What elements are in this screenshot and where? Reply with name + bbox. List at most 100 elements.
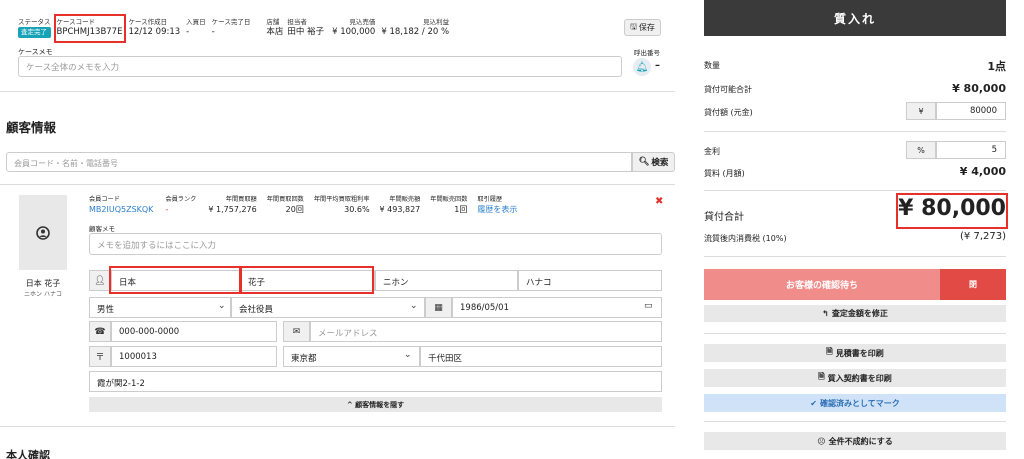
side-action-button[interactable]: 閉 [940, 269, 1006, 300]
expected-profit-label: 見込利益 [423, 18, 450, 26]
annual-count-label: 年間買取回数 [266, 196, 304, 203]
avatar [19, 195, 67, 270]
case-memo-input[interactable]: ケース全体のメモを入力 [18, 56, 622, 77]
divider [704, 190, 1006, 191]
pawn-pane: 質入れ 数量 1点 貸付可能合計 ¥ 80,000 貸付額 (元金) ¥ 800… [704, 0, 1008, 459]
customer-name: 日本 花子 [25, 279, 61, 288]
percent-prefix: % [906, 141, 936, 159]
call-number-label: 呼出番号 [634, 49, 660, 57]
sales-count: 1回 [454, 205, 468, 214]
hide-customer-button[interactable]: ^ 顧客情報を隠す [89, 397, 662, 412]
completed-label: ケース完了日 [211, 18, 251, 26]
annual-sales-col: 年間販売額 ¥ 493,827 [380, 196, 421, 215]
gender-value: 男性 [97, 305, 115, 315]
awaiting-confirmation-button[interactable]: お客様の確認待ち [704, 269, 940, 300]
print-estimate-button[interactable]: 🗎 見積書を印刷 [704, 344, 1006, 362]
sales-count-col: 年間販売回数 1回 [430, 196, 467, 215]
customer-search-button[interactable]: 🔍︎ 検索 [632, 152, 675, 172]
gender-select[interactable]: 男性 [89, 297, 231, 318]
case-pane: ステータス 査定完了 ケースコード BPCHMJ13B77E ケース作成日 12… [0, 0, 688, 459]
city-input[interactable]: 千代田区 [420, 346, 662, 367]
birthday-value: 1986/05/01 [460, 303, 509, 313]
birthday-input[interactable]: 1986/05/01 [452, 297, 662, 318]
history-col: 取引履歴 履歴を表示 [477, 196, 517, 215]
rank-value: - [165, 205, 169, 214]
last-name-input[interactable]: 日本 [111, 270, 240, 291]
interest-label: 金利 [704, 147, 720, 156]
yen-prefix: ¥ [906, 102, 936, 120]
available-label: 貸付可能合計 [704, 85, 752, 94]
store-name: 本店 [266, 27, 284, 37]
save-label: 保存 [638, 23, 655, 32]
qty-label: 数量 [704, 61, 720, 70]
divider [0, 184, 675, 185]
postal-input[interactable]: 1000013 [111, 346, 277, 367]
rank-label: 会員ランク [165, 196, 197, 203]
loan-amount-input[interactable]: 80000 [936, 102, 1006, 120]
mark-confirmed-button[interactable]: ✔ 確認済みとしてマーク [704, 394, 1006, 412]
side-action-label: 閉 [969, 280, 977, 289]
chevron-down-icon: ⌄ [404, 350, 412, 360]
all-fail-button[interactable]: ☹ 全件不成約にする [704, 432, 1006, 450]
rank-col: 会員ランク - [165, 196, 196, 215]
case-code-label: ケースコード [56, 18, 96, 26]
first-name-input[interactable]: 花子 [240, 270, 375, 291]
sales-count-label: 年間販売回数 [430, 196, 468, 203]
case-code-col: ケースコード BPCHMJ13B77E [57, 18, 123, 38]
customer-section-title: 顧客情報 [6, 120, 57, 135]
close-icon[interactable]: ✖ [655, 196, 663, 207]
status-col: ステータス 査定完了 [18, 18, 51, 38]
fix-appraisal-button[interactable]: ↰ 査定金額を修正 [704, 305, 1006, 322]
avg-margin: 30.6% [344, 205, 370, 214]
expected-sales-col: 見込売価 ¥ 100,000 [332, 18, 375, 38]
divider [704, 333, 1006, 334]
calendar-picker-icon[interactable]: ▭ [644, 301, 653, 311]
avg-margin-col: 年間平均買取粗利率 30.6% [314, 196, 370, 215]
search-icon: 🔍︎ [638, 157, 650, 167]
expected-profit: ¥ 18,182 / 20 % [381, 27, 450, 37]
divider [704, 131, 1006, 132]
annual-count-col: 年間買取回数 20回 [267, 196, 304, 215]
awaiting-label: お客様の確認待ち [785, 281, 858, 291]
divider [0, 426, 675, 427]
undo-icon: ↰ [822, 309, 829, 318]
print-estimate-label: 見積書を印刷 [835, 348, 884, 358]
staff-col: 担当者 田中 裕子 [287, 18, 324, 38]
tax-value: (¥ 7,273) [960, 231, 1006, 242]
annual-sales-label: 年間販売額 [389, 196, 421, 203]
occupation-select[interactable]: 会社役員 [231, 297, 425, 318]
customer-memo-label: 顧客メモ [89, 225, 115, 233]
interest-input[interactable]: 5 [936, 141, 1006, 159]
last-kana-input[interactable]: ニホン [375, 270, 518, 291]
divider [0, 91, 675, 92]
chevron-up-icon: ^ [346, 400, 356, 409]
history-label: 取引履歴 [477, 196, 503, 203]
customer-search-input[interactable]: 会員コード・名前・電話番号 [6, 152, 632, 172]
save-button[interactable]: 🖫 保存 [624, 19, 661, 36]
fee-value: ¥ 4,000 [959, 165, 1006, 178]
first-kana-input[interactable]: ハナコ [518, 270, 662, 291]
qty-value: 1点 [987, 60, 1006, 73]
email-input[interactable]: メールアドレス [310, 321, 662, 342]
member-code-label: 会員コード [89, 196, 120, 203]
address-input[interactable]: 霞が関2-1-2 [89, 371, 662, 392]
history-link[interactable]: 履歴を表示 [477, 204, 517, 215]
member-code-link[interactable]: MB2IUQ5ZSKQK [89, 204, 153, 215]
case-code: BPCHMJ13B77E [56, 27, 123, 37]
created-col: ケース作成日 12/12 09:13 [128, 18, 180, 38]
phone-input[interactable]: 000-000-0000 [111, 321, 277, 342]
annual-amount-label: 年間買取額 [225, 196, 257, 203]
save-icon: 🖫 [630, 21, 637, 31]
occupation-value: 会社役員 [239, 305, 274, 315]
chevron-down-icon: ⌄ [218, 301, 226, 311]
hide-customer-label: 顧客情報を隠す [355, 400, 405, 409]
prefecture-select[interactable]: 東京都 [283, 346, 420, 367]
received-date: - [186, 27, 190, 37]
customer-memo-input[interactable]: メモを追加するにはここに入力 [89, 233, 662, 255]
print-contract-button[interactable]: 🗎 質入契約書を印刷 [704, 369, 1006, 387]
check-icon: ✔ [810, 398, 817, 408]
bell-icon[interactable]: 🔔︎ [633, 58, 651, 76]
mark-confirmed-label: 確認済みとしてマーク [819, 398, 900, 408]
annual-amount-col: 年間買取額 ¥ 1,757,276 [208, 196, 256, 215]
staff-name: 田中 裕子 [287, 27, 325, 37]
